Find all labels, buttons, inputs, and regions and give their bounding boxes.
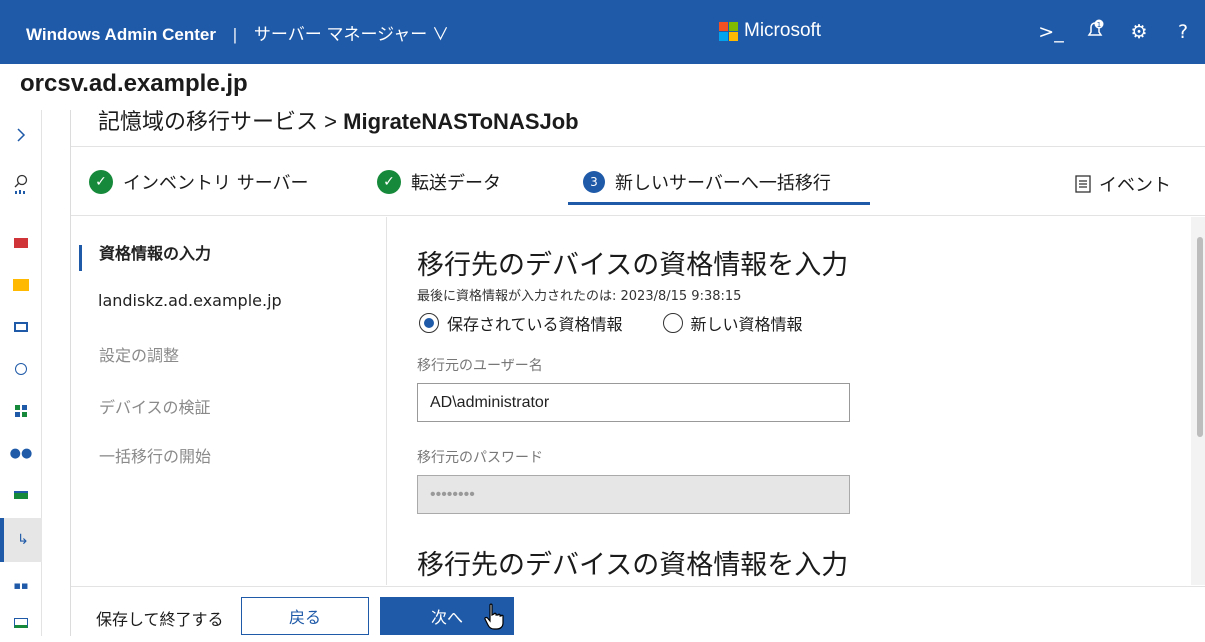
- settings-gear-icon[interactable]: ⚙: [1117, 21, 1161, 43]
- expand-chevron-icon[interactable]: [0, 116, 42, 154]
- step-cutover[interactable]: 3 新しいサーバーへ一括移行: [583, 169, 831, 195]
- microsoft-brand: Microsoft: [719, 20, 821, 42]
- wizard-stepper: ✓ インベントリ サーバー ✓ 転送データ 3 新しいサーバーへ一括移行 イベン…: [71, 146, 1205, 216]
- notification-bell-icon[interactable]: 1: [1073, 19, 1117, 46]
- svg-text:1: 1: [1097, 21, 1101, 29]
- app-title: Windows Admin Center | サーバー マネージャー ∨: [26, 20, 449, 45]
- top-bar: Windows Admin Center | サーバー マネージャー ∨ Mic…: [0, 0, 1205, 64]
- title-separator: |: [232, 25, 238, 44]
- step-label: インベントリ サーバー: [123, 173, 309, 194]
- step-label: 新しいサーバーへ一括移行: [615, 173, 831, 194]
- events-button[interactable]: イベント: [1075, 171, 1171, 197]
- substep-adjust-settings: 設定の調整: [99, 346, 180, 365]
- radio-new-credentials[interactable]: 新しい資格情報: [662, 311, 803, 335]
- firewall-icon[interactable]: [0, 224, 42, 262]
- breadcrumb-parent[interactable]: 記憶域の移行サービス: [98, 109, 318, 134]
- step-number-badge: 3: [583, 171, 605, 193]
- scrollbar[interactable]: [1191, 217, 1205, 585]
- password-field[interactable]: [417, 475, 850, 514]
- substep-start-cutover: 一括移行の開始: [99, 447, 212, 466]
- events-list-icon: [1075, 175, 1091, 193]
- breadcrumb-current: MigrateNASToNASJob: [343, 109, 579, 134]
- microsoft-logo-icon: [719, 21, 738, 41]
- scrollbar-thumb[interactable]: [1197, 237, 1203, 437]
- radio-button[interactable]: [662, 313, 683, 333]
- radio-label: 新しい資格情報: [690, 315, 803, 334]
- files-folder-icon[interactable]: [0, 266, 42, 304]
- step-complete-check-icon: ✓: [377, 170, 401, 194]
- brand-label: Microsoft: [744, 20, 822, 41]
- active-step-indicator: [568, 202, 870, 205]
- server-name: orcsv.ad.example.jp: [20, 70, 248, 97]
- active-substep-indicator: [79, 245, 82, 271]
- credentials-panel: 移行先のデバイスの資格情報を入力 最後に資格情報が入力されたのは: 2023/8…: [388, 217, 1205, 585]
- performance-icon[interactable]: [0, 350, 42, 388]
- app-name[interactable]: Windows Admin Center: [26, 25, 216, 44]
- replica-icon[interactable]: ▪▪: [0, 566, 42, 604]
- substep-credentials[interactable]: 資格情報の入力: [99, 240, 211, 264]
- back-button[interactable]: 戻る: [241, 597, 369, 635]
- local-users-icon[interactable]: ●●: [0, 434, 42, 472]
- panel-heading: 移行先のデバイスの資格情報を入力: [417, 250, 849, 280]
- breadcrumb-chevron: >: [324, 109, 337, 134]
- panel-heading-2: 移行先のデバイスの資格情報を入力: [417, 550, 849, 580]
- wizard-footer: 保存して終了する 戻る 次へ: [71, 586, 1205, 636]
- search-tools-icon[interactable]: [0, 166, 42, 204]
- username-label: 移行元のユーザー名: [417, 358, 543, 374]
- credential-radio-group: 保存されている資格情報 新しい資格情報: [419, 311, 803, 335]
- networks-icon[interactable]: [0, 308, 42, 346]
- substep-nav: 資格情報の入力 landiskz.ad.example.jp 設定の調整 デバイ…: [71, 217, 387, 585]
- radio-label: 保存されている資格情報: [447, 315, 623, 334]
- username-field[interactable]: [417, 383, 850, 422]
- breadcrumb: 記憶域の移行サービス > MigrateNASToNASJob: [98, 104, 579, 136]
- storage-migration-icon[interactable]: ↳: [0, 518, 42, 562]
- substep-validate-devices: デバイスの検証: [99, 398, 211, 417]
- last-entered-text: 最後に資格情報が入力されたのは: 2023/8/15 9:38:15: [417, 289, 742, 304]
- password-label: 移行元のパスワード: [417, 450, 543, 466]
- roles-features-icon[interactable]: [0, 392, 42, 430]
- step-label: 転送データ: [411, 173, 501, 194]
- help-icon[interactable]: ?: [1161, 21, 1205, 43]
- storage-icon[interactable]: [0, 476, 42, 514]
- events-label: イベント: [1099, 175, 1171, 196]
- substep-device[interactable]: landiskz.ad.example.jp: [98, 291, 282, 310]
- tools-sidebar: ●● ↳ ▪▪: [0, 110, 42, 636]
- top-icons: >_ 1 ⚙ ?: [1029, 0, 1205, 64]
- virtual-machines-icon[interactable]: [0, 604, 42, 642]
- save-and-exit-link[interactable]: 保存して終了する: [96, 606, 224, 630]
- hand-cursor-icon: [484, 603, 504, 630]
- terminal-icon[interactable]: >_: [1029, 21, 1073, 43]
- step-transfer[interactable]: ✓ 転送データ: [377, 169, 501, 195]
- tool-menu-dropdown[interactable]: サーバー マネージャー ∨: [254, 25, 449, 44]
- step-inventory[interactable]: ✓ インベントリ サーバー: [89, 169, 309, 195]
- radio-saved-credentials[interactable]: 保存されている資格情報: [419, 311, 623, 335]
- step-complete-check-icon: ✓: [89, 170, 113, 194]
- radio-button-selected[interactable]: [419, 313, 439, 333]
